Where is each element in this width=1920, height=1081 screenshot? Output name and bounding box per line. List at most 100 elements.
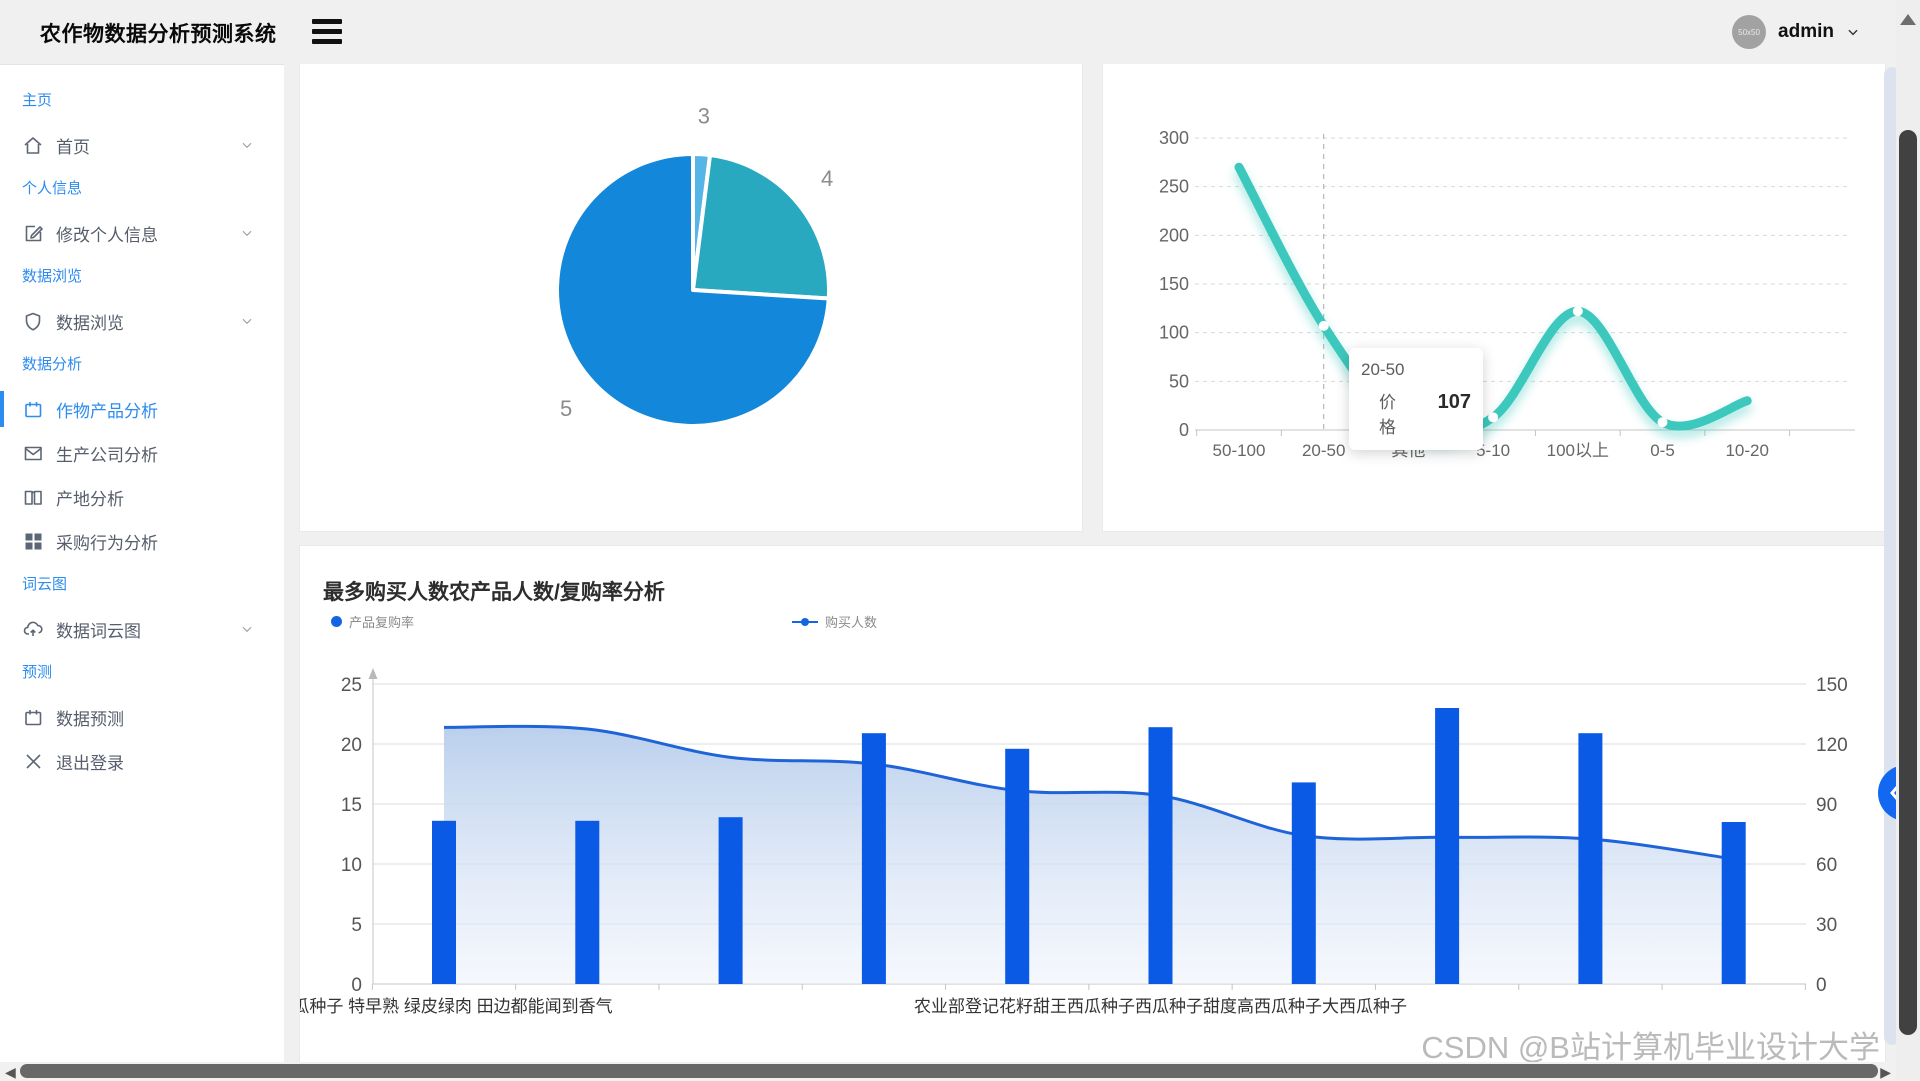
sidebar: 主页首页个人信息修改个人信息数据浏览数据浏览数据分析作物产品分析生产公司分析产地…: [0, 64, 284, 1080]
rating-pie-chart[interactable]: 3 4 5: [300, 64, 1084, 531]
username: admin: [1778, 21, 1834, 43]
repurchase-bar: [1005, 749, 1029, 984]
chevron-down-icon: [1846, 25, 1860, 39]
scroll-up-arrow-icon[interactable]: [1900, 14, 1916, 25]
grid-icon: [22, 530, 44, 552]
book-icon: [22, 486, 44, 508]
chevron-down-icon: [240, 314, 254, 328]
sidebar-item-退出登录[interactable]: 退出登录: [0, 739, 284, 783]
user-menu[interactable]: 50x50 admin: [1732, 12, 1860, 52]
sidebar-section-heading: 预测: [0, 651, 284, 695]
repurchase-bar: [1435, 708, 1459, 984]
sidebar-section-heading: 词云图: [0, 563, 284, 607]
svg-text:10: 10: [341, 855, 362, 876]
home-icon: [22, 134, 44, 156]
mail-icon: [22, 442, 44, 464]
sidebar-item-label: 首页: [56, 133, 90, 158]
edit-icon: [22, 222, 44, 244]
sidebar-item-数据预测[interactable]: 数据预测: [0, 695, 284, 739]
svg-text:90: 90: [1816, 795, 1837, 816]
app-title: 农作物数据分析预测系统: [40, 18, 277, 48]
sidebar-item-label: 产地分析: [56, 485, 124, 510]
horizontal-scrollbar[interactable]: ◀ ▶: [0, 1062, 1896, 1080]
purchase-combo-chart[interactable]: 0 0 5 30 10 60 15 90 20 120 25 150 甜瓜种子 特早熟 绿皮绿肉 田边都…: [300, 546, 1885, 1064]
sidebar-item-首页[interactable]: 首页: [0, 123, 284, 167]
svg-text:20: 20: [341, 735, 362, 756]
repurchase-bar: [1578, 733, 1602, 984]
x-axis-label: 甜瓜种子 特早熟 绿皮绿肉 田边都能闻到香气: [300, 996, 613, 1016]
vertical-scrollbar-thumb[interactable]: [1899, 130, 1917, 1035]
svg-text:5: 5: [351, 915, 362, 936]
pie-chart-card: 3 4 5: [299, 64, 1083, 532]
sidebar-item-label: 采购行为分析: [56, 529, 158, 554]
header: 农作物数据分析预测系统 50x50 admin: [0, 0, 1920, 64]
calendar-icon: [22, 706, 44, 728]
tooltip-category: 20-50: [1361, 360, 1471, 380]
repurchase-bar: [1292, 782, 1316, 984]
chevron-down-icon: [240, 138, 254, 152]
pie-label: 4: [821, 166, 833, 191]
svg-text:50: 50: [1169, 371, 1189, 391]
svg-text:30: 30: [1816, 915, 1837, 936]
sidebar-item-数据词云图[interactable]: 数据词云图: [0, 607, 284, 651]
sidebar-item-数据浏览[interactable]: 数据浏览: [0, 299, 284, 343]
svg-text:50-100: 50-100: [1213, 441, 1266, 460]
svg-text:200: 200: [1159, 225, 1189, 245]
sidebar-section-heading: 数据浏览: [0, 255, 284, 299]
svg-text:60: 60: [1816, 855, 1837, 876]
repurchase-bar: [432, 821, 456, 984]
sidebar-item-采购行为分析[interactable]: 采购行为分析: [0, 519, 284, 563]
avatar: 50x50: [1732, 15, 1766, 49]
tooltip-series-label: 价格: [1379, 388, 1412, 438]
chart-tooltip: 20-50 价格 107: [1349, 348, 1483, 450]
svg-text:20-50: 20-50: [1302, 441, 1345, 460]
sidebar-item-修改个人信息[interactable]: 修改个人信息: [0, 211, 284, 255]
sidebar-section-heading: 主页: [0, 79, 284, 123]
svg-text:15: 15: [341, 795, 362, 816]
svg-text:100以上: 100以上: [1547, 441, 1609, 460]
repurchase-bar: [719, 817, 743, 984]
data-point: [1319, 321, 1329, 331]
calendar-icon: [22, 398, 44, 420]
sidebar-item-label: 数据浏览: [56, 309, 124, 334]
vertical-scrollbar[interactable]: [1896, 0, 1920, 1080]
svg-text:0: 0: [1816, 975, 1827, 996]
sidebar-item-label: 数据预测: [56, 705, 124, 730]
pie-label: 3: [698, 103, 710, 128]
svg-text:300: 300: [1159, 128, 1189, 148]
svg-text:0-5: 0-5: [1650, 441, 1675, 460]
svg-text:10-20: 10-20: [1725, 441, 1768, 460]
svg-text:100: 100: [1159, 323, 1189, 343]
pie-label: 5: [560, 396, 572, 421]
svg-text:150: 150: [1159, 274, 1189, 294]
purchase-analysis-card: 最多购买人数农产品人数/复购率分析 产品复购率 购买人数 00530106015…: [299, 545, 1886, 1065]
horizontal-scrollbar-thumb[interactable]: [20, 1064, 1878, 1078]
chevron-down-icon: [240, 226, 254, 240]
price-line-chart[interactable]: 05010015020025030050-10020-50其他5-10100以上…: [1103, 64, 1887, 531]
tooltip-value: 107: [1438, 391, 1471, 414]
repurchase-bar: [862, 733, 886, 984]
repurchase-bar: [575, 821, 599, 984]
hamburger-menu-icon[interactable]: [312, 19, 342, 45]
scroll-left-arrow-icon[interactable]: ◀: [5, 1064, 16, 1081]
sidebar-item-作物产品分析[interactable]: 作物产品分析: [0, 387, 284, 431]
svg-text:120: 120: [1816, 735, 1848, 756]
sidebar-section-heading: 个人信息: [0, 167, 284, 211]
shield-icon: [22, 310, 44, 332]
sidebar-section-heading: 数据分析: [0, 343, 284, 387]
sidebar-item-label: 作物产品分析: [56, 397, 158, 422]
sidebar-item-label: 修改个人信息: [56, 221, 158, 246]
sidebar-item-生产公司分析[interactable]: 生产公司分析: [0, 431, 284, 475]
svg-text:25: 25: [341, 675, 362, 696]
svg-text:150: 150: [1816, 675, 1848, 696]
sidebar-item-产地分析[interactable]: 产地分析: [0, 475, 284, 519]
csdn-watermark: CSDN @B站计算机毕业设计大学: [1421, 1022, 1880, 1067]
scroll-right-arrow-icon[interactable]: ▶: [1880, 1064, 1891, 1081]
repurchase-bar: [1722, 822, 1746, 984]
pie-slice-4: [693, 155, 829, 298]
svg-text:0: 0: [1179, 420, 1189, 440]
data-point: [1658, 417, 1668, 427]
chevron-down-icon: [240, 622, 254, 636]
svg-text:0: 0: [351, 975, 362, 996]
svg-text:250: 250: [1159, 177, 1189, 197]
